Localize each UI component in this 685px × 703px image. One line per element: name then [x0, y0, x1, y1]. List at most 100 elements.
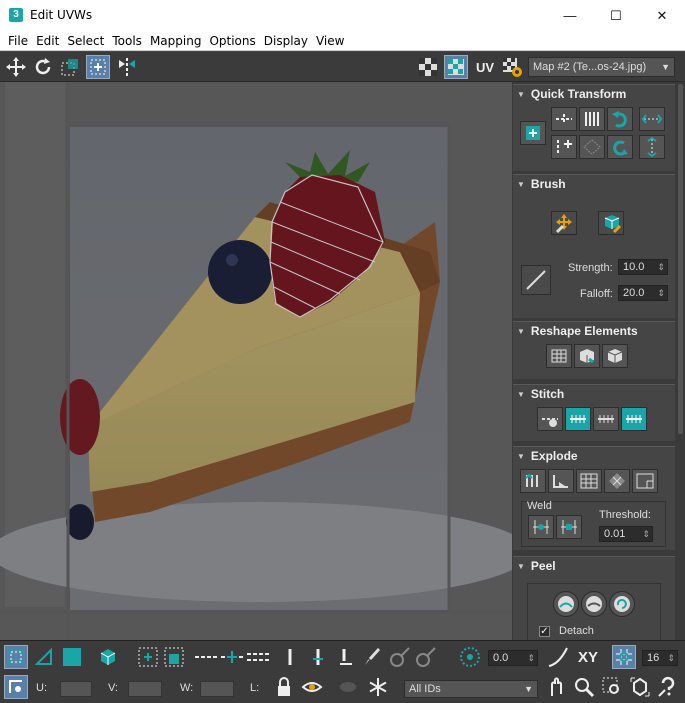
ring-icon[interactable]: [194, 645, 218, 669]
menu-tools[interactable]: Tools: [112, 34, 142, 48]
flatten-by-material-icon[interactable]: [632, 469, 658, 493]
soft-selection-spinner[interactable]: 0.0: [488, 650, 538, 666]
close-button[interactable]: ✕: [639, 0, 685, 31]
strength-spinner[interactable]: 10.0: [618, 259, 668, 275]
snowflake-icon[interactable]: [366, 675, 390, 699]
stitch-custom-icon[interactable]: [537, 407, 563, 431]
rotate-ccw-icon[interactable]: [607, 107, 633, 131]
paint-select-shrink-icon[interactable]: [414, 645, 438, 669]
v-field[interactable]: [128, 681, 162, 697]
stitch-to-target-icon[interactable]: [621, 407, 647, 431]
falloff-type-icon[interactable]: [546, 645, 570, 669]
uv-channel-label[interactable]: UV: [472, 55, 498, 79]
threshold-spinner[interactable]: 0.01: [599, 526, 653, 542]
mirror-icon[interactable]: [115, 55, 139, 79]
align-center-icon[interactable]: [520, 121, 546, 145]
move-icon[interactable]: [4, 55, 28, 79]
grow-ring-icon[interactable]: [220, 645, 244, 669]
grow-selection-icon[interactable]: [136, 645, 160, 669]
menu-options[interactable]: Options: [209, 34, 255, 48]
pan-icon[interactable]: [544, 675, 568, 699]
shrink-selection-icon[interactable]: [162, 645, 186, 669]
freeform-icon[interactable]: [86, 55, 110, 79]
grid-size-spinner[interactable]: 16: [642, 650, 678, 666]
peel-header[interactable]: ▼ Peel: [513, 557, 675, 575]
minimize-button[interactable]: —: [547, 0, 593, 31]
menu-select[interactable]: Select: [67, 34, 104, 48]
rotate-icon[interactable]: [31, 55, 55, 79]
absolute-offset-icon[interactable]: [4, 675, 28, 699]
scale-icon[interactable]: [58, 55, 82, 79]
weld-target-icon[interactable]: [556, 515, 582, 539]
align-horizontal-icon[interactable]: [551, 107, 577, 131]
checker-icon[interactable]: [416, 55, 440, 79]
vertex-mode-icon[interactable]: [4, 645, 28, 669]
shrink-loop-icon[interactable]: [334, 645, 358, 669]
space-horizontal-icon[interactable]: [639, 107, 665, 131]
paint-move-icon[interactable]: [551, 211, 577, 235]
flatten-by-polygon-icon[interactable]: [576, 469, 602, 493]
stitch-to-source-icon[interactable]: [565, 407, 591, 431]
stitch-average-icon[interactable]: [593, 407, 619, 431]
panel-scrollbar[interactable]: [676, 82, 685, 640]
reshape-title: Reshape Elements: [530, 324, 638, 338]
show-map-icon[interactable]: [444, 55, 468, 79]
texture-settings-icon[interactable]: [500, 55, 524, 79]
brush-header[interactable]: ▼ Brush: [513, 175, 675, 193]
xy-toggle[interactable]: XY: [574, 645, 602, 669]
lock-icon[interactable]: [272, 675, 296, 699]
quick-transform-header[interactable]: ▼ Quick Transform: [513, 85, 675, 103]
map-dropdown[interactable]: Map #2 (Te...os-24.jpg) ▼: [528, 57, 675, 77]
uv-canvas[interactable]: [0, 82, 512, 640]
reshape-header[interactable]: ▼ Reshape Elements: [513, 322, 675, 340]
explode-header[interactable]: ▼ Explode: [513, 447, 675, 465]
straighten-selection-icon[interactable]: [546, 344, 572, 368]
maximize-button[interactable]: ☐: [593, 0, 639, 31]
relax-brush-icon[interactable]: [598, 211, 624, 235]
reset-peel-icon[interactable]: [609, 591, 635, 617]
grow-loop-icon[interactable]: [306, 645, 330, 669]
loop-icon[interactable]: [278, 645, 302, 669]
element-mode-icon[interactable]: [96, 645, 120, 669]
zoom-extents-icon[interactable]: [628, 675, 652, 699]
align-left-icon[interactable]: [551, 135, 577, 159]
grid-snap-icon[interactable]: [612, 645, 636, 669]
uv-viewport[interactable]: [0, 82, 512, 640]
detach-edge-icon[interactable]: [548, 469, 574, 493]
falloff-curve-icon[interactable]: [521, 265, 551, 295]
paint-select-grow-icon[interactable]: [388, 645, 412, 669]
menu-file[interactable]: File: [8, 34, 28, 48]
zoom-icon[interactable]: [572, 675, 596, 699]
stitch-header[interactable]: ▼ Stitch: [513, 385, 675, 403]
face-mode-icon[interactable]: [60, 645, 84, 669]
peel-mode-icon[interactable]: [581, 591, 607, 617]
relax-icon[interactable]: [574, 344, 600, 368]
help-icon[interactable]: [656, 675, 680, 699]
break-icon[interactable]: [520, 469, 546, 493]
menu-mapping[interactable]: Mapping: [150, 34, 202, 48]
hide-icon[interactable]: [300, 675, 324, 699]
u-field[interactable]: [60, 681, 92, 697]
menu-view[interactable]: View: [316, 34, 344, 48]
weld-selected-icon[interactable]: [528, 515, 554, 539]
falloff-spinner[interactable]: 20.0: [618, 285, 668, 301]
w-field[interactable]: [200, 681, 234, 697]
material-id-dropdown[interactable]: All IDs ▼: [404, 680, 538, 698]
zoom-region-icon[interactable]: [600, 675, 624, 699]
align-vertical-icon[interactable]: [579, 107, 605, 131]
rotate-cw-icon[interactable]: [607, 135, 633, 159]
straighten-icon[interactable]: [579, 135, 605, 159]
relax-by-face-icon[interactable]: [602, 344, 628, 368]
quick-peel-icon[interactable]: [553, 591, 579, 617]
scrollbar-thumb[interactable]: [678, 84, 683, 434]
shrink-ring-icon[interactable]: [246, 645, 270, 669]
space-vertical-icon[interactable]: [639, 135, 665, 159]
menu-edit[interactable]: Edit: [36, 34, 59, 48]
menu-display[interactable]: Display: [264, 34, 308, 48]
freeze-toggle-icon[interactable]: [336, 675, 360, 699]
paint-select-icon[interactable]: [360, 645, 384, 669]
soft-selection-icon[interactable]: [458, 645, 482, 669]
detach-checkbox[interactable]: ✓: [539, 626, 550, 637]
edge-mode-icon[interactable]: [32, 645, 56, 669]
flatten-by-smoothing-icon[interactable]: [604, 469, 630, 493]
